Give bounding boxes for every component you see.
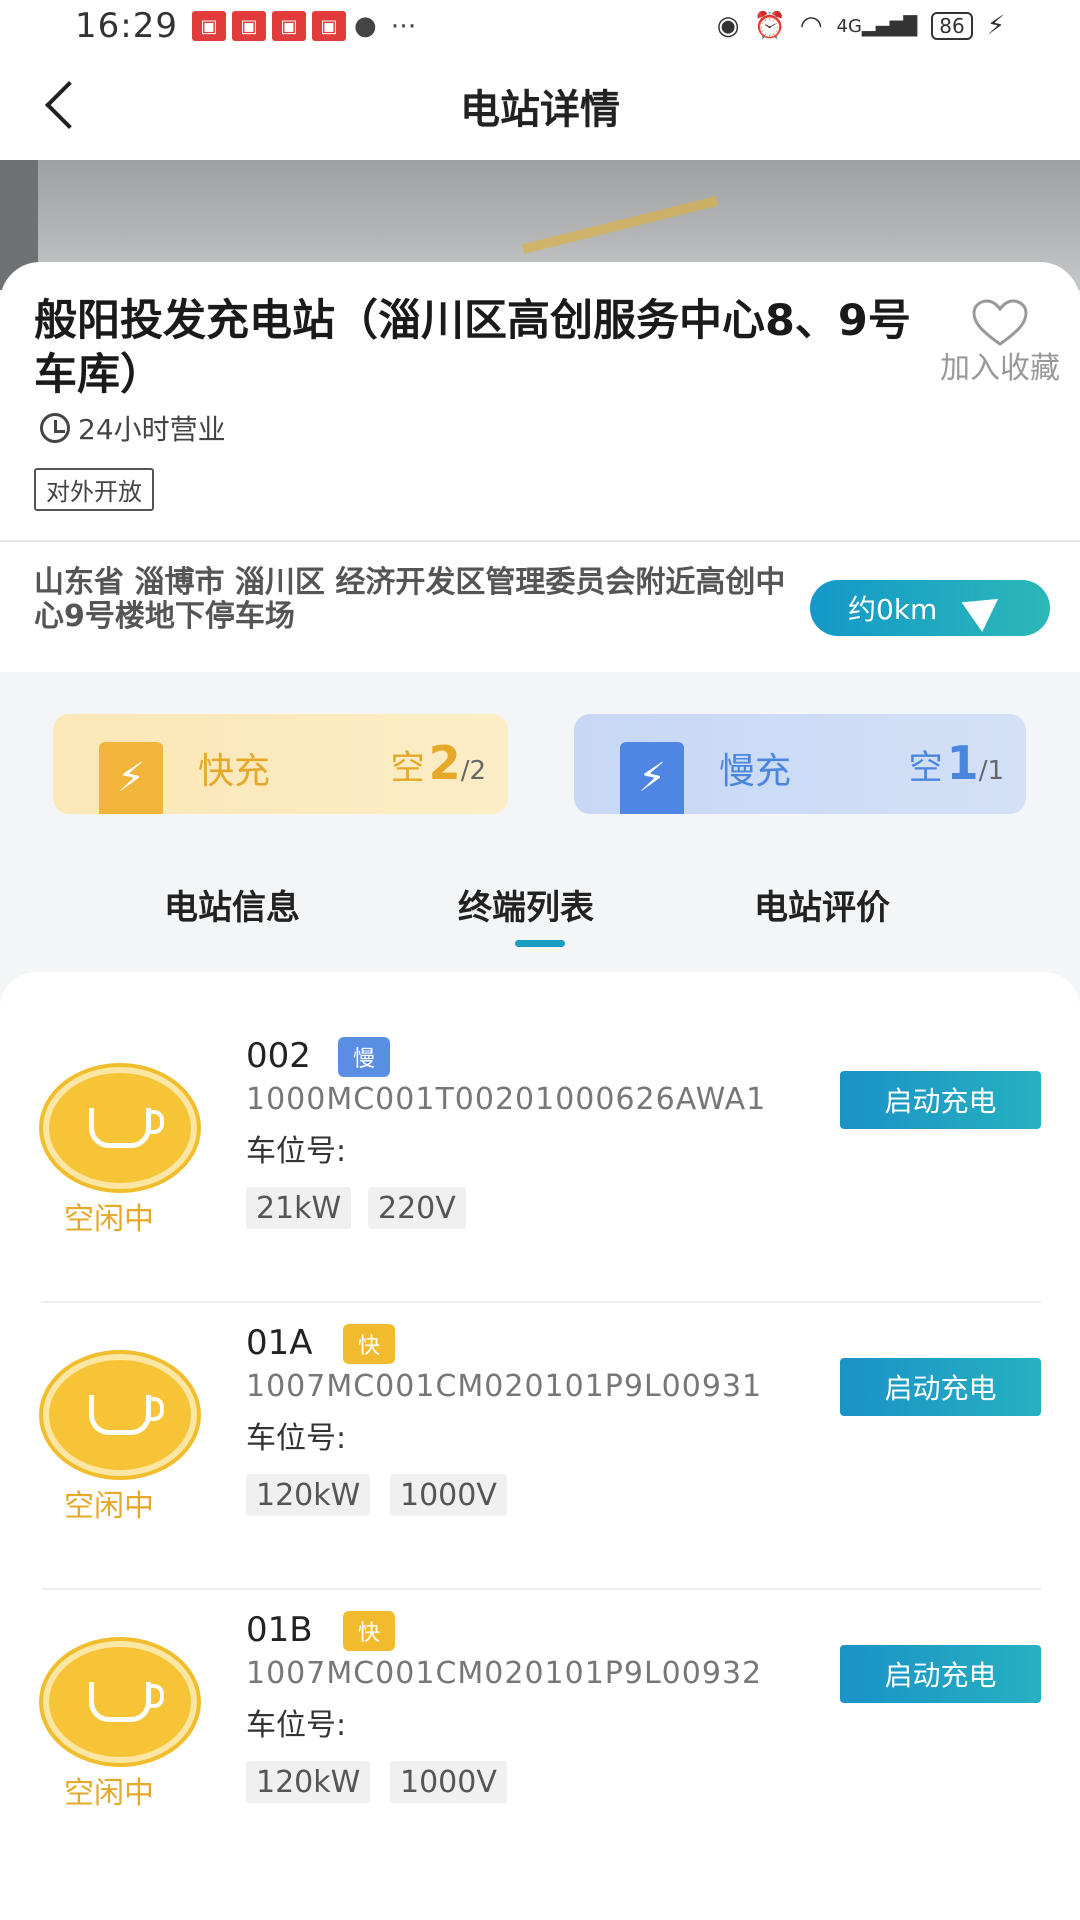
app-notification-icon: ▣ <box>231 11 266 41</box>
business-hours: 24小时营业 <box>40 408 226 448</box>
tab-station-reviews[interactable]: 电站评价 <box>754 880 890 929</box>
idle-status-icon <box>43 1641 197 1763</box>
terminal-name: 002 <box>246 1036 311 1076</box>
photo-parking-line <box>521 195 719 255</box>
terminal-code: 1007MC001CM020101P9L00932 <box>246 1656 763 1691</box>
station-info-card: 般阳投发充电站（淄川区高创服务中心8、9号车库） 加入收藏 24小时营业 对外开… <box>0 262 1080 542</box>
voltage-tag: 220V <box>368 1187 466 1229</box>
fast-charge-label: 快充 <box>198 751 271 792</box>
slow-charge-label: 慢充 <box>719 751 792 792</box>
favorite-button[interactable]: 加入收藏 <box>940 298 1060 386</box>
back-icon[interactable] <box>44 80 94 130</box>
power-tag: 21kW <box>246 1187 352 1229</box>
header: 电站详情 <box>0 52 1080 160</box>
address-row: 山东省 淄博市 淄川区 经济开发区管理委员会附近高创中心9号楼地下停车场 约0k… <box>0 542 1080 672</box>
hours-text: 24小时营业 <box>78 413 226 446</box>
fast-total-count: /2 <box>460 756 486 786</box>
terminal-list: 空闲中 002 慢 1000MC001T00201000626AWA1 车位号:… <box>0 972 1080 1920</box>
app-notification-icon: ▣ <box>191 11 226 41</box>
terminal-code: 1007MC001CM020101P9L00931 <box>246 1369 763 1404</box>
wechat-icon: ● <box>353 11 377 41</box>
fast-free-count: 2 <box>428 736 461 790</box>
active-tab-indicator <box>515 940 565 947</box>
cup-icon <box>89 1395 164 1435</box>
idle-status-icon <box>43 1067 197 1189</box>
terminal-code: 1000MC001T00201000626AWA1 <box>246 1082 767 1117</box>
signal-icon: 4G▂▄▆█ <box>836 15 918 37</box>
parking-slot-label: 车位号: <box>246 1134 347 1169</box>
start-charging-button[interactable]: 启动充电 <box>840 1071 1041 1129</box>
tab-station-info[interactable]: 电站信息 <box>164 880 300 929</box>
slow-availability: 空 1 /1 <box>909 736 1004 790</box>
clock-icon <box>40 413 70 443</box>
slow-free-count: 1 <box>946 736 979 790</box>
app-notification-icon: ▣ <box>271 11 306 41</box>
address-text: 山东省 淄博市 淄川区 经济开发区管理委员会附近高创中心9号楼地下停车场 <box>34 565 786 634</box>
fast-charger-icon: ⚡ <box>99 742 163 814</box>
status-time: 16:29 <box>75 6 178 46</box>
terminal-item[interactable]: 空闲中 002 慢 1000MC001T00201000626AWA1 车位号:… <box>0 972 1080 1303</box>
battery-level: 86 <box>939 14 965 38</box>
charging-icon: ⚡ <box>986 11 1005 41</box>
station-name: 般阳投发充电站（淄川区高创服务中心8、9号车库） <box>34 296 911 400</box>
voltage-tag: 1000V <box>390 1474 507 1516</box>
speed-badge: 快 <box>343 1611 395 1651</box>
fast-availability: 空 2 /2 <box>391 736 486 790</box>
free-prefix: 空 <box>908 748 943 788</box>
cup-icon <box>89 1108 164 1148</box>
free-prefix: 空 <box>390 748 425 788</box>
idle-status-icon <box>43 1354 197 1476</box>
tab-terminal-list[interactable]: 终端列表 <box>458 880 594 929</box>
heart-icon <box>972 299 1028 346</box>
terminal-status: 空闲中 <box>64 1489 154 1524</box>
notification-icons: ▣ ▣ ▣ ▣ <box>191 11 346 41</box>
slow-charger-icon: ⚡ <box>620 742 684 814</box>
terminal-status: 空闲中 <box>64 1776 154 1811</box>
favorite-label: 加入收藏 <box>940 351 1060 386</box>
eye-icon: ◉ <box>716 11 740 41</box>
terminal-name: 01B <box>246 1610 313 1650</box>
terminal-name: 01A <box>246 1323 313 1363</box>
slow-total-count: /1 <box>978 756 1004 786</box>
status-bar: 16:29 ▣ ▣ ▣ ▣ ● ⋯ ◉ ⏰ ◠ 4G▂▄▆█ 86 ⚡ <box>0 0 1080 52</box>
terminal-item[interactable]: 空闲中 01A 快 1007MC001CM020101P9L00931 车位号:… <box>0 1259 1080 1590</box>
speed-badge: 快 <box>343 1324 395 1364</box>
distance-label: 约0km <box>848 593 938 626</box>
alarm-icon: ⏰ <box>753 11 786 41</box>
start-charging-button[interactable]: 启动充电 <box>840 1645 1041 1703</box>
voltage-tag: 1000V <box>390 1761 507 1803</box>
battery-icon: 86 <box>931 12 973 40</box>
page-title: 电站详情 <box>460 87 620 133</box>
more-notifications-icon: ⋯ <box>390 11 417 41</box>
start-charging-button[interactable]: 启动充电 <box>840 1358 1041 1416</box>
terminal-status: 空闲中 <box>64 1202 154 1237</box>
open-tag: 对外开放 <box>34 468 154 511</box>
cup-icon <box>89 1682 164 1722</box>
power-tag: 120kW <box>246 1474 371 1516</box>
slow-charge-summary[interactable]: ⚡ 慢充 空 1 /1 <box>574 714 1026 814</box>
speed-badge: 慢 <box>338 1037 390 1077</box>
status-right: ◉ ⏰ ◠ 4G▂▄▆█ 86 ⚡ <box>717 11 1005 41</box>
parking-slot-label: 车位号: <box>246 1708 347 1743</box>
app-notification-icon: ▣ <box>311 11 346 41</box>
navigation-arrow-icon <box>961 584 1009 632</box>
fast-charge-summary[interactable]: ⚡ 快充 空 2 /2 <box>53 714 508 814</box>
parking-slot-label: 车位号: <box>246 1421 347 1456</box>
navigate-button[interactable]: 约0km <box>810 580 1050 636</box>
power-tag: 120kW <box>246 1761 371 1803</box>
wifi-icon: ◠ <box>799 11 823 41</box>
terminal-item[interactable]: 空闲中 01B 快 1007MC001CM020101P9L00932 车位号:… <box>0 1546 1080 1832</box>
